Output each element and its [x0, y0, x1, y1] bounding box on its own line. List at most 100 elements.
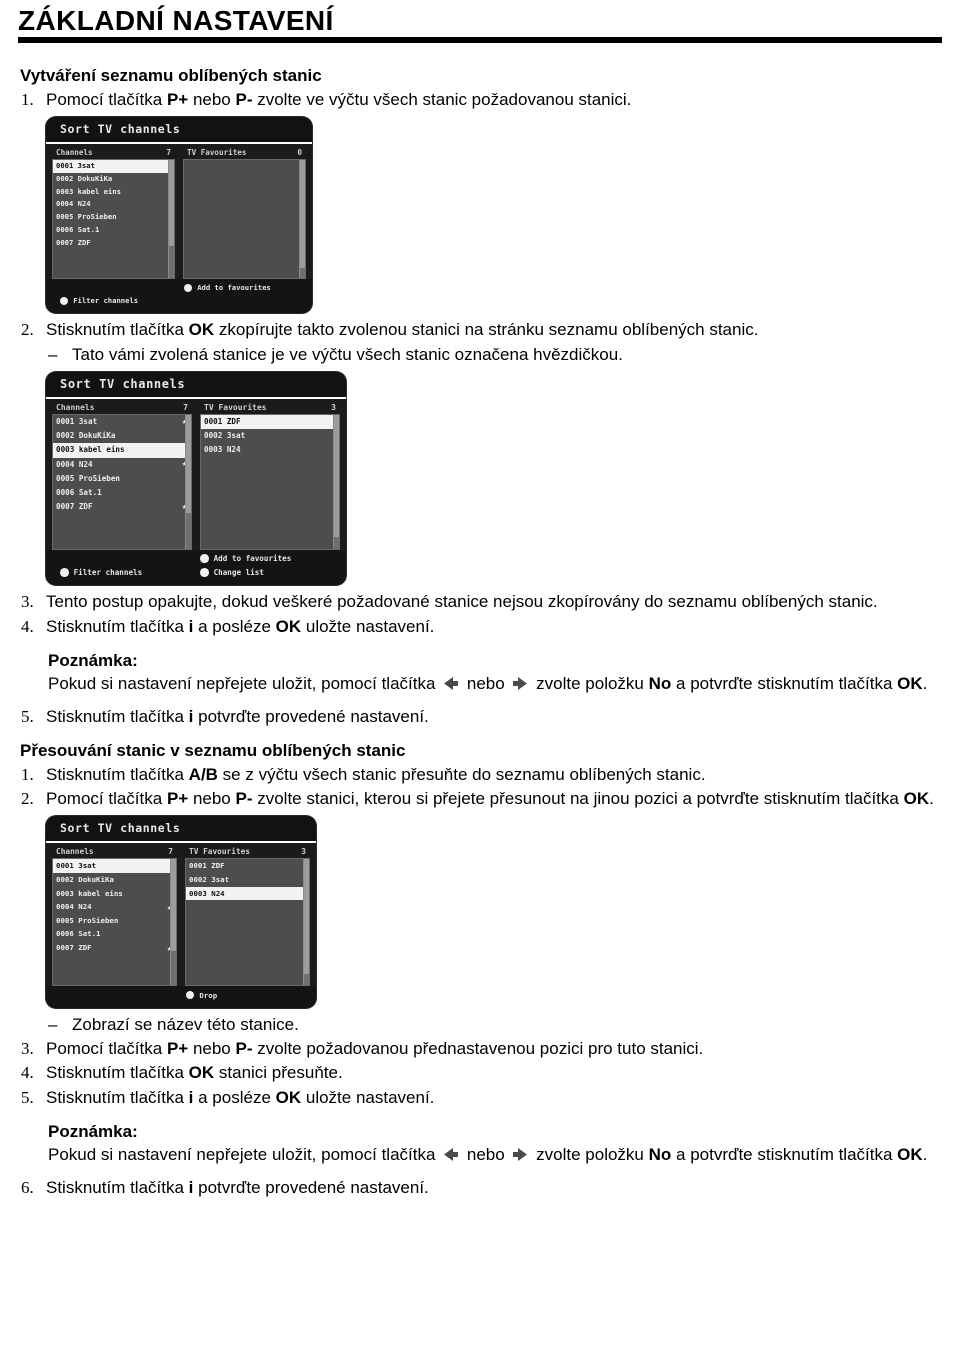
add-to-favourites-action[interactable]: Add to favourites	[46, 281, 312, 294]
list-item: 2. Stisknutím tlačítka OK zkopírujte tak…	[18, 319, 942, 341]
arrow-left-icon	[442, 675, 460, 691]
favourites-count: 3	[331, 402, 336, 412]
channels-list[interactable]: 0001 3sat★0002 DokuKiKa0003 kabel eins00…	[52, 413, 192, 550]
osd-channel-row[interactable]: 0004 N24	[53, 198, 174, 211]
osd-channel-row[interactable]: 0002 DokuKiKa	[53, 873, 176, 887]
osd-channel-label: 0001 3sat	[56, 416, 98, 426]
favourites-list[interactable]: 0001 ZDF 0002 3sat 0003 N24	[200, 413, 340, 550]
list-number: 1.	[21, 89, 34, 109]
filter-channels-action[interactable]: Filter channels	[46, 566, 200, 580]
osd-channel-row[interactable]: 0005 ProSieben	[53, 211, 174, 224]
osd-channel-label: 0005 ProSieben	[56, 915, 119, 925]
osd-channel-row[interactable]: 0006 Sat.1	[53, 224, 174, 237]
channels-list[interactable]: 0001 3sat★0002 DokuKiKa0003 kabel eins00…	[52, 858, 177, 987]
favourites-count: 3	[301, 847, 306, 857]
osd-channel-row[interactable]: 0002 DokuKiKa	[53, 173, 174, 186]
osd-channel-row[interactable]: 0001 3sat★	[53, 859, 176, 874]
osd-window: Sort TV channelsChannels70001 3sat★0002 …	[46, 371, 346, 586]
scrollbar-thumb[interactable]	[304, 859, 309, 975]
list-number: 4.	[21, 616, 34, 636]
list-number: 3.	[21, 1038, 34, 1058]
osd-channel-row[interactable]: 0002 3sat	[201, 429, 339, 443]
scrollbar-thumb[interactable]	[186, 414, 191, 513]
channels-scrollbar[interactable]	[168, 160, 174, 279]
osd-channel-row[interactable]: 0001 3sat	[53, 160, 174, 173]
osd-footer: Add to favourites Filter channels	[46, 279, 312, 314]
osd-channel-label: 0007 ZDF	[56, 502, 93, 512]
channels-scrollbar[interactable]	[185, 414, 191, 549]
osd-channel-row[interactable]: 0002 DokuKiKa	[53, 429, 191, 443]
list-number: 2.	[21, 789, 34, 809]
osd-channel-label: 0001 3sat	[56, 161, 95, 171]
osd-channel-row[interactable]: 0007 ZDF★	[53, 941, 176, 955]
channels-panel-header: Channels 7	[52, 148, 175, 159]
channels-panel-header: Channels 7	[52, 847, 177, 858]
dash-note: – Zobrazí se název této stanice.	[18, 1014, 942, 1036]
dash-note-text: Tato vámi zvolená stanice je ve výčtu vš…	[72, 344, 623, 364]
list-item: 1. Stisknutím tlačítka A/B se z výčtu vš…	[18, 764, 942, 786]
list-item: 5. Stisknutím tlačítka i a posléze OK ul…	[18, 1087, 942, 1109]
change-list-action[interactable]: Change list	[200, 566, 264, 580]
arrow-right-icon	[511, 1146, 529, 1162]
section-heading-move-channels: Přesouvání stanic v seznamu oblíbených s…	[20, 741, 406, 761]
osd-channel-label: 0007 ZDF	[56, 237, 91, 247]
osd-channel-label: 0004 N24	[56, 902, 92, 912]
osd-channel-row[interactable]: 0003 N24	[201, 443, 339, 457]
favourites-header-label: TV Favourites	[189, 847, 251, 857]
osd-channel-row[interactable]: 0005 ProSieben	[53, 472, 191, 486]
osd-channel-row[interactable]: 0006 Sat.1	[53, 927, 176, 941]
osd-channel-row[interactable]: 0004 N24★	[53, 458, 191, 472]
osd-window: Sort TV channelsChannels70001 3sat★0002 …	[46, 816, 316, 1008]
osd-channel-row[interactable]: 0003 kabel eins	[53, 443, 191, 458]
scrollbar-thumb[interactable]	[300, 160, 305, 269]
channels-header-label: Channels	[56, 148, 93, 158]
channels-header-label: Channels	[56, 402, 95, 412]
osd-channel-row[interactable]: 0001 3sat★	[53, 415, 191, 429]
list-number: 3.	[21, 592, 34, 612]
scrollbar-thumb[interactable]	[334, 414, 339, 537]
filter-channels-action[interactable]: Filter channels	[46, 294, 184, 307]
add-to-favourites-action[interactable]: Add to favourites	[46, 552, 346, 566]
osd-channel-row[interactable]: 0004 N24★	[53, 900, 176, 914]
list-item: 4. Stisknutím tlačítka OK stanici přesuň…	[18, 1062, 942, 1084]
channels-list[interactable]: 0001 3sat 0002 DokuKiKa 0003 kabel eins 000…	[52, 159, 175, 280]
favourites-list[interactable]: 0001 ZDF 0002 3sat 0003 N24	[185, 858, 310, 987]
list-item: 6. Stisknutím tlačítka i potvrďte proved…	[18, 1177, 942, 1199]
osd-channel-row[interactable]: 0002 3sat	[186, 873, 309, 887]
osd-channel-label: 0001 3sat	[56, 861, 97, 871]
bullet-dot-icon	[60, 296, 69, 305]
osd-channel-row[interactable]: 0003 kabel eins	[53, 887, 176, 901]
favourites-scrollbar[interactable]	[333, 414, 339, 549]
osd-channel-row[interactable]: 0007 ZDF	[53, 237, 174, 250]
osd-channel-label: 0003 N24	[189, 888, 225, 898]
list-text: Tento postup opakujte, dokud veškeré pož…	[46, 592, 878, 612]
osd-columns: Channels 7 0001 3sat★0002 DokuKiKa 0003 kab…	[46, 843, 316, 987]
channels-count: 7	[183, 402, 188, 412]
favourites-scrollbar[interactable]	[299, 160, 305, 279]
osd-channel-row[interactable]: 0003 N24	[186, 886, 309, 901]
osd-channel-row[interactable]: 0006 Sat.1	[53, 486, 191, 500]
scrollbar-thumb[interactable]	[169, 160, 174, 247]
add-to-favourites-action[interactable]: Drop	[46, 988, 316, 1001]
channels-header-label: Channels	[56, 847, 94, 857]
osd-channel-row[interactable]: 0001 ZDF	[186, 859, 309, 873]
osd-window-title: Sort TV channels	[46, 816, 316, 844]
dash-marker: –	[48, 344, 58, 364]
osd-channel-row[interactable]: 0003 kabel eins	[53, 186, 174, 199]
osd-screenshot-2: Sort TV channels Channels 7 0001 3sat★ 0002 …	[46, 371, 346, 586]
channels-panel-header: Channels 7	[52, 403, 192, 414]
osd-channel-row[interactable]: 0001 ZDF	[201, 414, 339, 430]
favourites-list[interactable]	[183, 159, 306, 280]
add-to-favourites-action-label: Drop	[199, 990, 218, 1000]
osd-channel-label: 0004 N24	[56, 199, 91, 209]
osd-channel-row[interactable]: 0005 ProSieben	[53, 914, 176, 928]
osd-channel-label: 0002 3sat	[189, 875, 230, 885]
favourites-scrollbar[interactable]	[303, 859, 309, 986]
osd-channel-label: 0004 N24	[56, 459, 93, 469]
scrollbar-thumb[interactable]	[171, 859, 176, 952]
channels-scrollbar[interactable]	[170, 859, 176, 986]
osd-channel-row[interactable]: 0007 ZDF★	[53, 500, 191, 514]
channels-count: 7	[166, 148, 171, 158]
list-number: 1.	[21, 764, 34, 784]
bullet-dot-icon	[186, 990, 195, 1000]
